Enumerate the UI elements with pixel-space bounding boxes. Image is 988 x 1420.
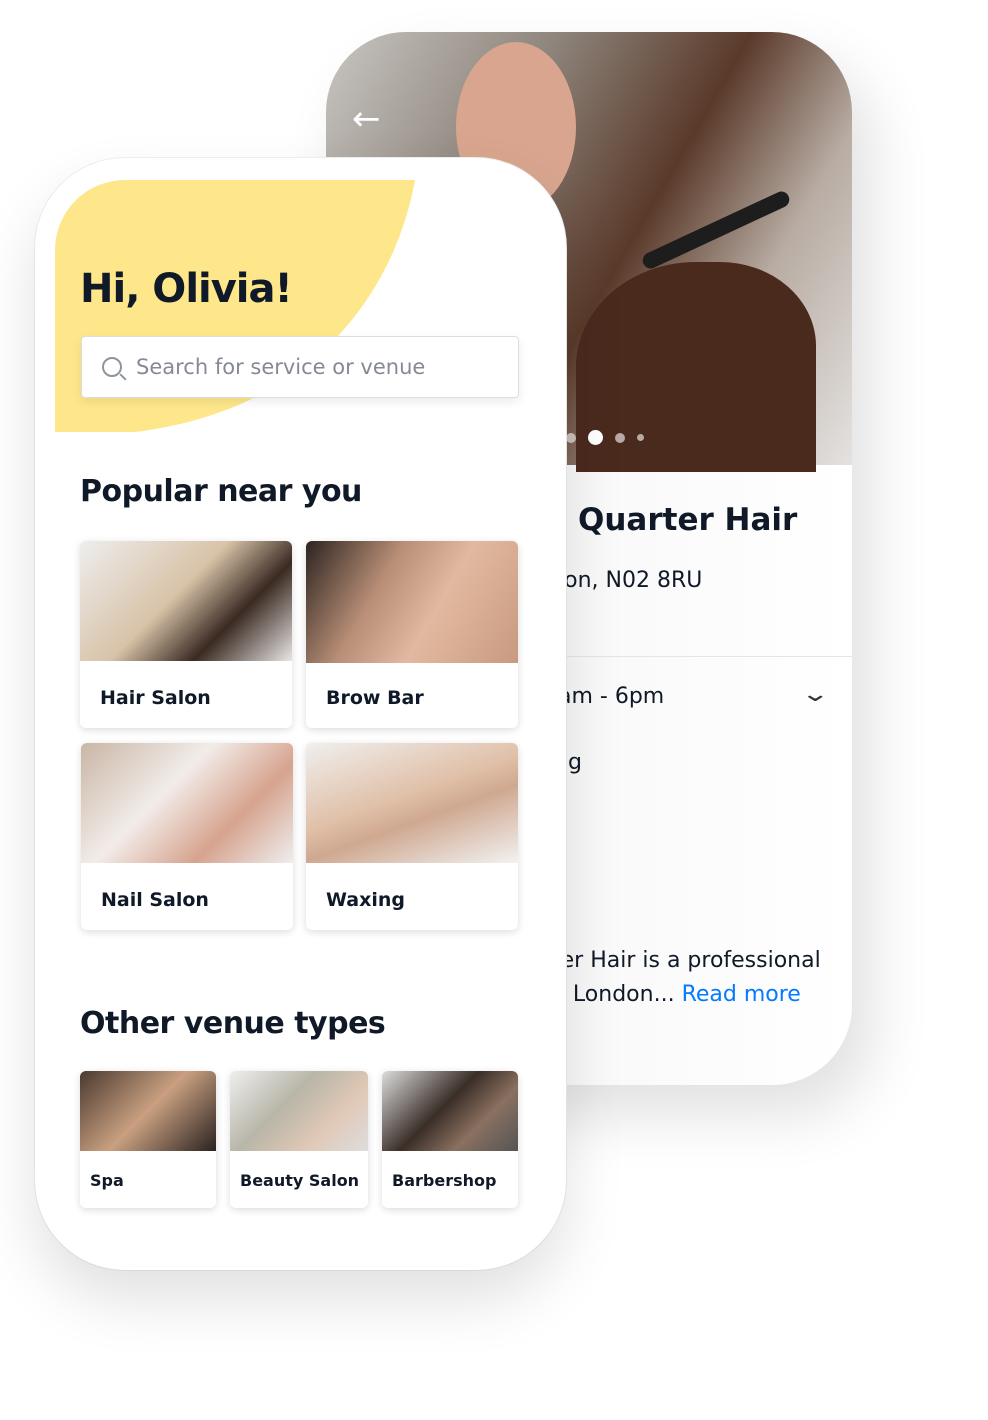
venue-type-card-barbershop[interactable]: Barbershop: [382, 1071, 518, 1208]
category-card-nail-salon[interactable]: Nail Salon: [81, 743, 293, 930]
carousel-dot-active[interactable]: [588, 430, 603, 445]
search-placeholder: Search for service or venue: [136, 355, 426, 379]
card-label: Spa: [90, 1171, 124, 1190]
greeting: Hi, Olivia!: [80, 266, 293, 312]
home-screen: Hi, Olivia! Search for service or venue …: [35, 158, 566, 1270]
description-line: ter Hair is a professional: [552, 948, 821, 973]
carousel-dot[interactable]: [615, 432, 625, 443]
venue-type-card-beauty-salon[interactable]: Beauty Salon: [230, 1071, 368, 1208]
beauty-salon-image: [230, 1071, 368, 1151]
card-label: Beauty Salon: [240, 1171, 360, 1190]
category-card-waxing[interactable]: Waxing: [306, 743, 518, 930]
venue-address: lon, N02 8RU: [558, 568, 703, 593]
description-line: n London... Read more: [552, 978, 821, 1012]
description-text: n London...: [552, 982, 675, 1007]
other-venue-types-title: Other venue types: [80, 1006, 386, 1041]
read-more-link[interactable]: Read more: [682, 982, 801, 1007]
brow-bar-image: [306, 541, 518, 663]
card-label: Hair Salon: [100, 687, 211, 709]
photo-brush: [640, 188, 792, 272]
venue-name: Quarter Hair: [578, 502, 798, 538]
venue-type-card-spa[interactable]: Spa: [80, 1071, 216, 1208]
card-label: Nail Salon: [101, 889, 209, 911]
arrow-left-icon[interactable]: ←: [352, 102, 381, 136]
carousel-dot[interactable]: [566, 432, 576, 443]
opening-hours[interactable]: am - 6pm: [558, 684, 664, 709]
hair-salon-image: [80, 541, 292, 661]
search-input[interactable]: Search for service or venue: [81, 336, 519, 398]
waxing-image: [306, 743, 518, 863]
popular-title: Popular near you: [80, 474, 362, 509]
carousel-dots: [566, 430, 644, 445]
spa-image: [80, 1071, 216, 1151]
venue-info-line: g: [568, 750, 582, 775]
carousel-dot[interactable]: [637, 434, 644, 441]
category-card-brow-bar[interactable]: Brow Bar: [306, 541, 518, 728]
nail-salon-image: [81, 743, 293, 863]
card-label: Barbershop: [392, 1171, 497, 1190]
barbershop-image: [382, 1071, 518, 1151]
search-icon: [102, 357, 122, 377]
card-label: Waxing: [326, 889, 405, 911]
chevron-down-icon[interactable]: ⌄: [800, 682, 830, 707]
card-label: Brow Bar: [326, 687, 424, 709]
category-card-hair-salon[interactable]: Hair Salon: [80, 541, 292, 728]
venue-description: ter Hair is a professional n London... R…: [552, 944, 821, 1012]
